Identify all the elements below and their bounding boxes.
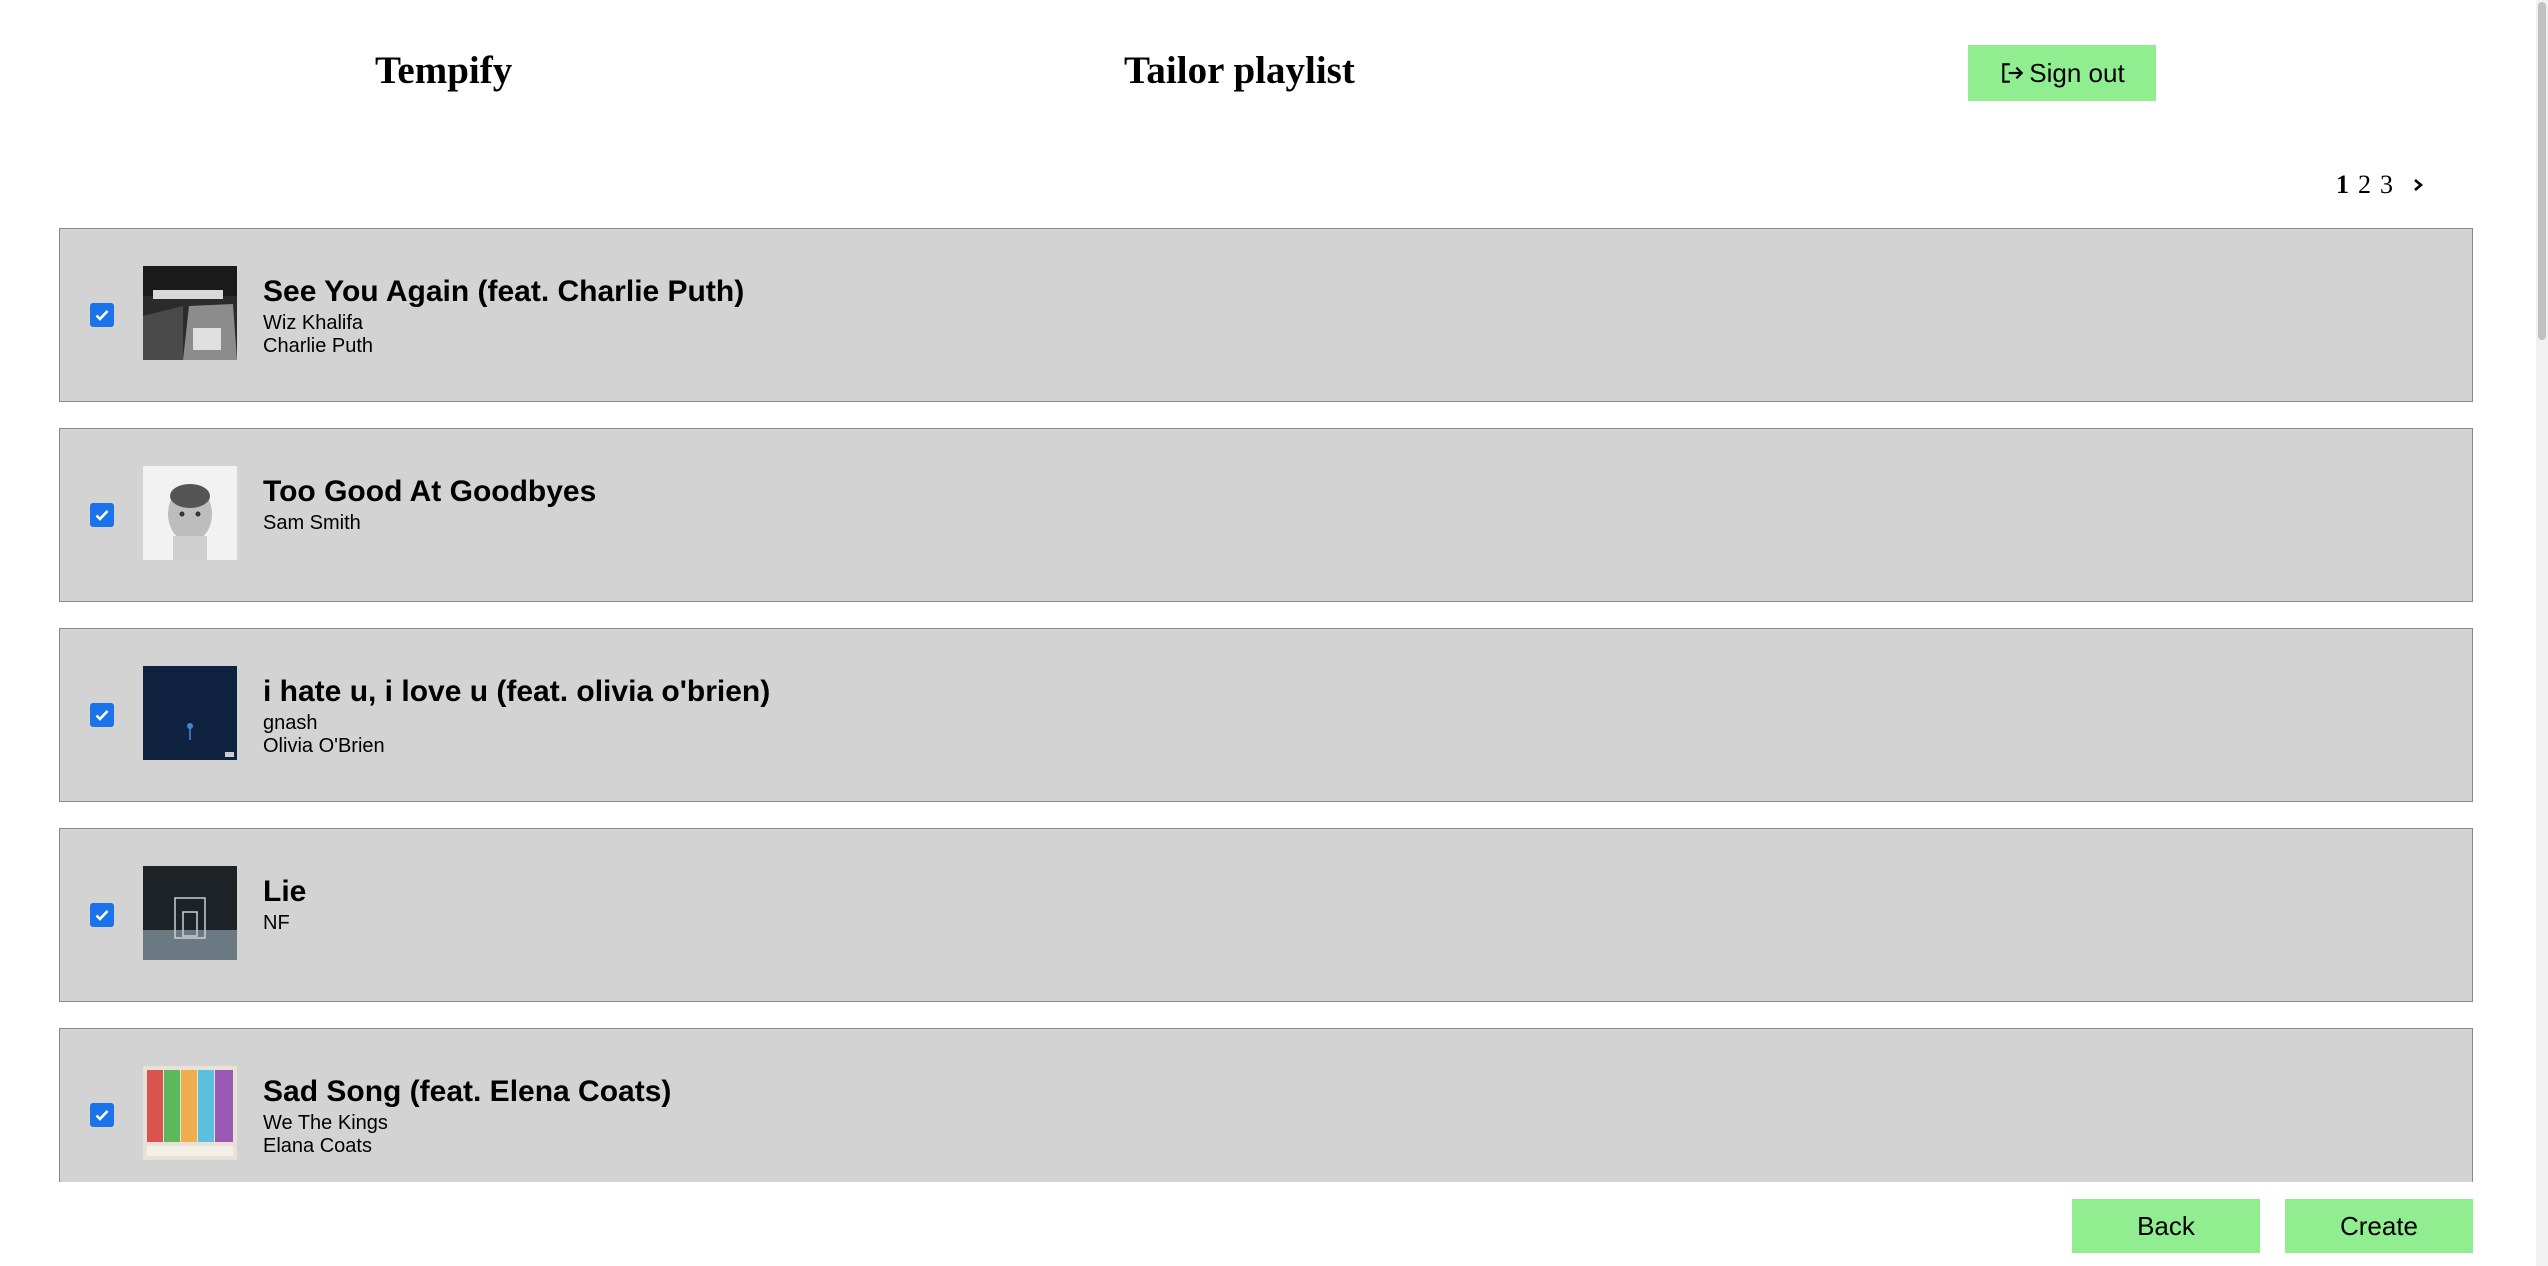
track-artist: Elana Coats [263, 1134, 372, 1157]
back-button[interactable]: Back [2072, 1199, 2260, 1253]
track-info: i hate u, i love u (feat. olivia o'brien… [263, 675, 770, 758]
track-row: Sad Song (feat. Elena Coats) We The King… [59, 1028, 2473, 1182]
track-title: See You Again (feat. Charlie Puth) [263, 275, 745, 308]
track-row: Lie NF [59, 828, 2473, 1002]
track-list: See You Again (feat. Charlie Puth) Wiz K… [59, 228, 2473, 1182]
track-artist: Sam Smith [263, 511, 361, 534]
chevron-right-icon[interactable] [2410, 175, 2426, 195]
track-checkbox[interactable] [90, 503, 114, 527]
header: Tempify Tailor playlist Sign out [0, 0, 2548, 150]
brand-title: Tempify [375, 49, 513, 92]
track-info: Sad Song (feat. Elena Coats) We The King… [263, 1075, 671, 1158]
album-cover [143, 866, 237, 960]
album-cover [143, 266, 237, 360]
track-checkbox[interactable] [90, 903, 114, 927]
track-title: i hate u, i love u (feat. olivia o'brien… [263, 675, 771, 708]
album-cover [143, 666, 237, 760]
checkbox-checked-icon [95, 710, 109, 721]
checkbox-checked-icon [95, 1110, 109, 1121]
track-row: See You Again (feat. Charlie Puth) Wiz K… [59, 228, 2473, 402]
track-row: i hate u, i love u (feat. olivia o'brien… [59, 628, 2473, 802]
track-artist: NF [263, 911, 290, 934]
checkbox-checked-icon [95, 310, 109, 321]
sign-out-button[interactable]: Sign out [1968, 45, 2156, 101]
track-artist: Charlie Puth [263, 334, 374, 357]
page-title: Tailor playlist [1124, 49, 1355, 92]
track-artist: Wiz Khalifa [263, 311, 364, 334]
track-row: Too Good At Goodbyes Sam Smith [59, 428, 2473, 602]
create-button[interactable]: Create [2285, 1199, 2473, 1253]
page-link-1[interactable]: 1 [2336, 170, 2349, 200]
track-title: Sad Song (feat. Elena Coats) [263, 1075, 672, 1108]
album-cover [143, 1066, 237, 1160]
sign-out-label: Sign out [2029, 57, 2125, 88]
pagination: 1 2 3 [2336, 170, 2426, 200]
scrollbar[interactable] [2536, 0, 2548, 1266]
track-info: Too Good At Goodbyes Sam Smith [263, 475, 596, 535]
track-checkbox[interactable] [90, 303, 114, 327]
track-checkbox[interactable] [90, 1103, 114, 1127]
track-checkbox[interactable] [90, 703, 114, 727]
scrollbar-thumb[interactable] [2538, 2, 2546, 340]
checkbox-checked-icon [95, 910, 109, 921]
track-artist: Olivia O'Brien [263, 734, 385, 757]
track-info: Lie NF [263, 875, 306, 935]
track-info: See You Again (feat. Charlie Puth) Wiz K… [263, 275, 744, 358]
track-artist: gnash [263, 711, 318, 734]
track-artist: We The Kings [263, 1111, 388, 1134]
sign-out-icon [2002, 63, 2024, 83]
checkbox-checked-icon [95, 510, 109, 521]
track-title: Too Good At Goodbyes [263, 475, 597, 508]
track-title: Lie [263, 875, 307, 908]
page-link-2[interactable]: 2 [2358, 170, 2371, 200]
page-link-3[interactable]: 3 [2380, 170, 2393, 200]
album-cover [143, 466, 237, 560]
